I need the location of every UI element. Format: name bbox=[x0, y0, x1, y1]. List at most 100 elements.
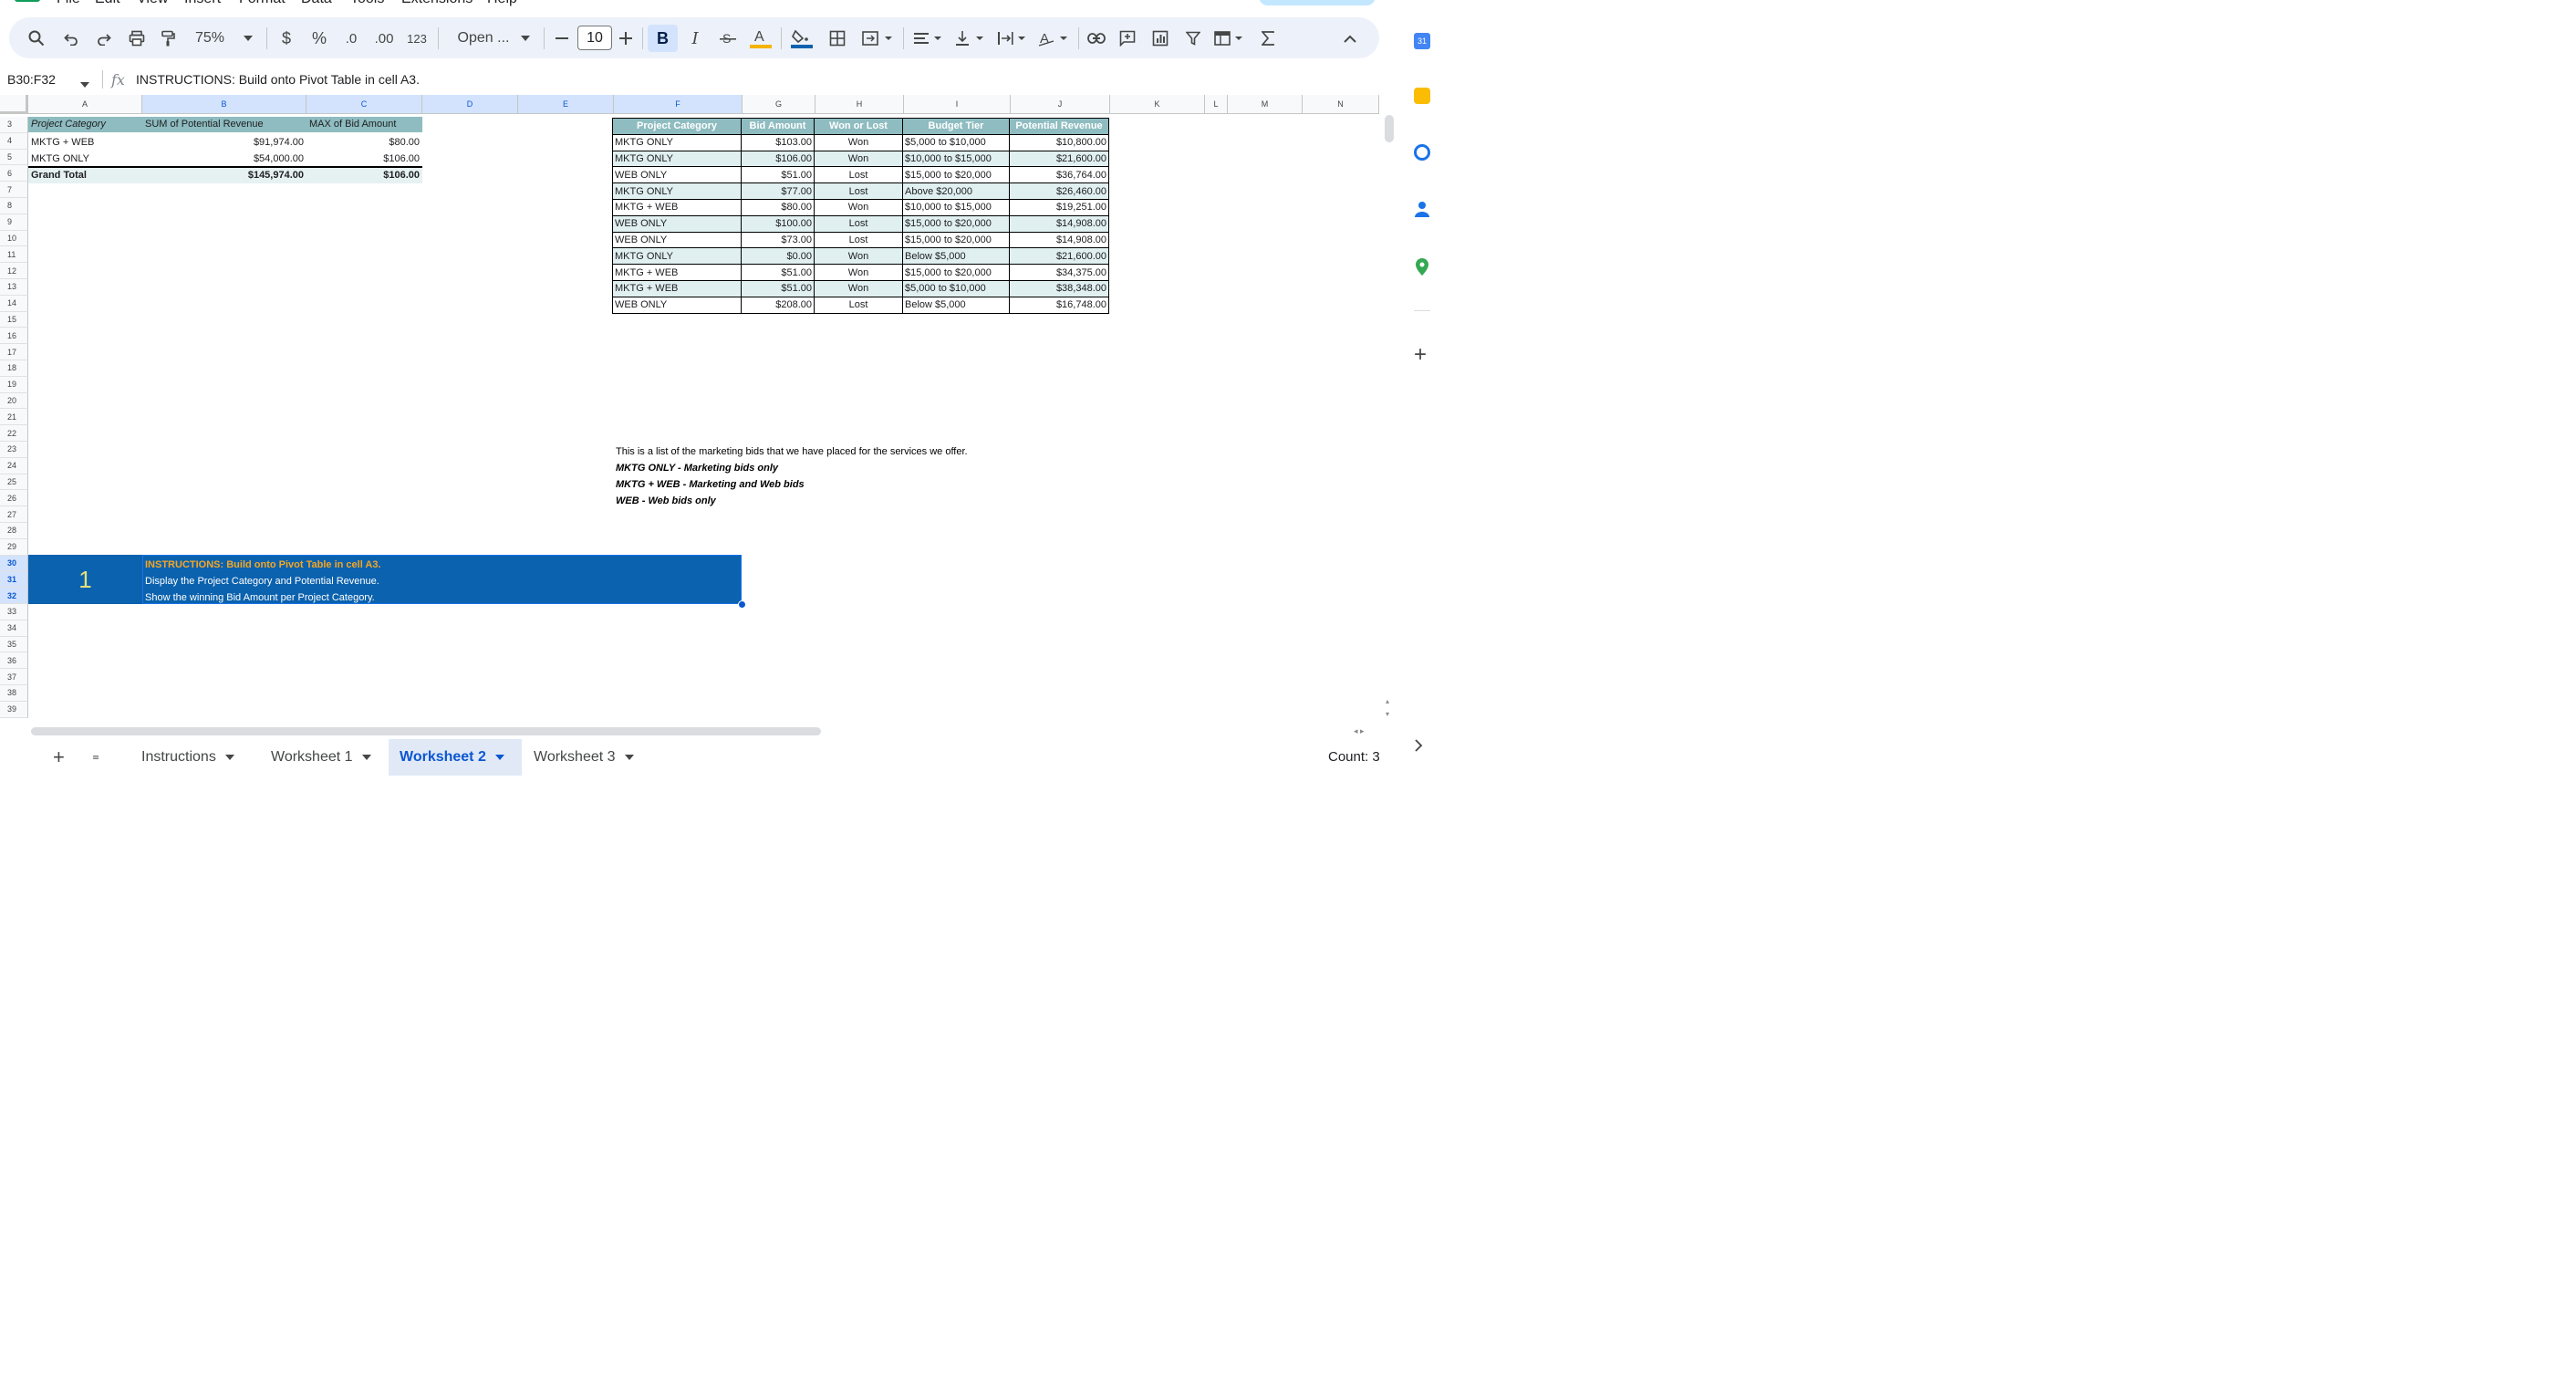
note-web-only[interactable]: WEB - Web bids only bbox=[616, 495, 716, 506]
insert-chart-icon[interactable] bbox=[1149, 25, 1171, 52]
row-header-7[interactable]: 7 bbox=[0, 182, 28, 198]
menu-edit[interactable]: Edit bbox=[95, 0, 120, 7]
row-header-20[interactable]: 20 bbox=[0, 393, 28, 410]
data-table-cell[interactable]: Below $5,000 bbox=[903, 248, 1010, 265]
row-header-27[interactable]: 27 bbox=[0, 506, 28, 523]
data-table-cell[interactable]: Won bbox=[815, 280, 903, 297]
font-size-input[interactable]: 10 bbox=[577, 26, 612, 50]
tab-caret-icon[interactable] bbox=[495, 755, 504, 760]
menu-tools[interactable]: Tools bbox=[350, 0, 384, 7]
data-table-cell[interactable]: Lost bbox=[815, 297, 903, 313]
data-table-header[interactable]: Project Category bbox=[613, 119, 742, 135]
row-header-34[interactable]: 34 bbox=[0, 620, 28, 637]
text-wrapping-icon[interactable] bbox=[994, 25, 1031, 52]
contacts-icon[interactable] bbox=[1414, 201, 1430, 217]
scroll-left-right-arrows[interactable]: ◂ ▸ bbox=[1354, 726, 1365, 736]
data-table-cell[interactable]: $19,251.00 bbox=[1010, 199, 1109, 215]
row-header-5[interactable]: 5 bbox=[0, 150, 28, 166]
data-table-cell[interactable]: Lost bbox=[815, 183, 903, 200]
data-table-cell[interactable]: Above $20,000 bbox=[903, 183, 1010, 200]
data-table-cell[interactable]: $36,764.00 bbox=[1010, 167, 1109, 183]
pivot-row-category[interactable]: MKTG ONLY bbox=[28, 151, 142, 167]
menu-view[interactable]: View bbox=[137, 0, 168, 7]
data-table-cell[interactable]: $26,460.00 bbox=[1010, 183, 1109, 200]
data-table-cell[interactable]: Lost bbox=[815, 215, 903, 232]
data-table-cell[interactable]: MKTG + WEB bbox=[613, 265, 742, 281]
get-addons-icon[interactable]: + bbox=[1414, 347, 1430, 363]
data-table-cell[interactable]: MKTG ONLY bbox=[613, 183, 742, 200]
sheets-logo[interactable] bbox=[15, 0, 40, 2]
data-table-cell[interactable]: WEB ONLY bbox=[613, 167, 742, 183]
horizontal-scrollbar-thumb[interactable] bbox=[31, 727, 821, 735]
selection-count[interactable]: Count: 3 bbox=[1328, 749, 1380, 765]
tasks-icon[interactable] bbox=[1414, 144, 1430, 161]
insert-comment-icon[interactable] bbox=[1117, 25, 1138, 52]
row-header-19[interactable]: 19 bbox=[0, 377, 28, 393]
row-header-9[interactable]: 9 bbox=[0, 214, 28, 231]
column-header-h[interactable]: H bbox=[815, 95, 904, 114]
data-table-cell[interactable]: $10,800.00 bbox=[1010, 134, 1109, 151]
pivot-row-sum[interactable]: $54,000.00 bbox=[142, 151, 306, 167]
text-rotation-icon[interactable]: A bbox=[1036, 25, 1073, 52]
row-header-24[interactable]: 24 bbox=[0, 458, 28, 474]
row-header-29[interactable]: 29 bbox=[0, 539, 28, 556]
row-header-16[interactable]: 16 bbox=[0, 328, 28, 344]
sheet-tab-worksheet-3[interactable]: Worksheet 3 bbox=[523, 739, 645, 776]
data-table-cell[interactable]: MKTG ONLY bbox=[613, 248, 742, 265]
data-table-cell[interactable]: $0.00 bbox=[742, 248, 815, 265]
row-header-30[interactable]: 30 bbox=[0, 556, 28, 572]
data-table-cell[interactable]: $5,000 to $10,000 bbox=[903, 134, 1010, 151]
row-header-15[interactable]: 15 bbox=[0, 312, 28, 328]
data-table-cell[interactable]: WEB ONLY bbox=[613, 297, 742, 313]
data-table-cell[interactable]: MKTG ONLY bbox=[613, 151, 742, 167]
data-table-header[interactable]: Budget Tier bbox=[903, 119, 1010, 135]
pivot-row-max[interactable]: $106.00 bbox=[306, 151, 422, 167]
maps-icon[interactable] bbox=[1414, 258, 1430, 275]
pivot-header-sum-revenue[interactable]: SUM of Potential Revenue bbox=[142, 117, 306, 132]
sheet-tab-instructions[interactable]: Instructions bbox=[130, 739, 245, 776]
row-header-26[interactable]: 26 bbox=[0, 490, 28, 506]
column-header-n[interactable]: N bbox=[1303, 95, 1379, 114]
row-header-3[interactable]: 3 bbox=[0, 117, 28, 133]
row-header-13[interactable]: 13 bbox=[0, 279, 28, 296]
add-sheet-icon[interactable]: + bbox=[42, 739, 69, 776]
row-header-12[interactable]: 12 bbox=[0, 263, 28, 279]
pivot-row-sum[interactable]: $91,974.00 bbox=[142, 135, 306, 151]
row-header-37[interactable]: 37 bbox=[0, 669, 28, 685]
data-table-cell[interactable]: $15,000 to $20,000 bbox=[903, 232, 1010, 248]
data-table-header[interactable]: Bid Amount bbox=[742, 119, 815, 135]
row-header-23[interactable]: 23 bbox=[0, 442, 28, 458]
scroll-up-down-arrows[interactable]: ▴▾ bbox=[1386, 695, 1389, 721]
menu-format[interactable]: Format bbox=[239, 0, 286, 7]
note-description[interactable]: This is a list of the marketing bids tha… bbox=[616, 446, 968, 457]
column-header-f[interactable]: F bbox=[614, 95, 743, 114]
pivot-header-category[interactable]: Project Category bbox=[28, 117, 142, 132]
data-table-cell[interactable]: $15,000 to $20,000 bbox=[903, 265, 1010, 281]
data-table-cell[interactable]: MKTG ONLY bbox=[613, 134, 742, 151]
show-side-panel-icon[interactable] bbox=[1414, 739, 1430, 756]
vertical-scrollbar-thumb[interactable] bbox=[1385, 115, 1394, 142]
calendar-icon[interactable]: 31 bbox=[1414, 33, 1430, 49]
column-header-i[interactable]: I bbox=[904, 95, 1011, 114]
search-menus-icon[interactable] bbox=[26, 25, 47, 52]
merge-cells-icon[interactable] bbox=[859, 25, 896, 52]
column-header-d[interactable]: D bbox=[422, 95, 518, 114]
row-header-4[interactable]: 4 bbox=[0, 133, 28, 150]
data-table-cell[interactable]: Won bbox=[815, 199, 903, 215]
row-header-28[interactable]: 28 bbox=[0, 523, 28, 539]
undo-icon[interactable] bbox=[60, 25, 82, 52]
data-table-cell[interactable]: WEB ONLY bbox=[613, 215, 742, 232]
row-header-6[interactable]: 6 bbox=[0, 165, 28, 182]
horizontal-align-icon[interactable] bbox=[910, 25, 947, 52]
data-table-cell[interactable]: Won bbox=[815, 248, 903, 265]
pivot-grand-total-sum[interactable]: $145,974.00 bbox=[142, 168, 306, 183]
data-table-cell[interactable]: $73.00 bbox=[742, 232, 815, 248]
row-header-22[interactable]: 22 bbox=[0, 425, 28, 442]
column-header-k[interactable]: K bbox=[1110, 95, 1205, 114]
horizontal-scrollbar[interactable] bbox=[27, 726, 1387, 735]
data-table-cell[interactable]: Lost bbox=[815, 167, 903, 183]
redo-icon[interactable] bbox=[93, 25, 115, 52]
font-family-select[interactable]: Open ... bbox=[447, 25, 520, 52]
note-mktg-only[interactable]: MKTG ONLY - Marketing bids only bbox=[616, 463, 778, 474]
row-header-18[interactable]: 18 bbox=[0, 360, 28, 377]
